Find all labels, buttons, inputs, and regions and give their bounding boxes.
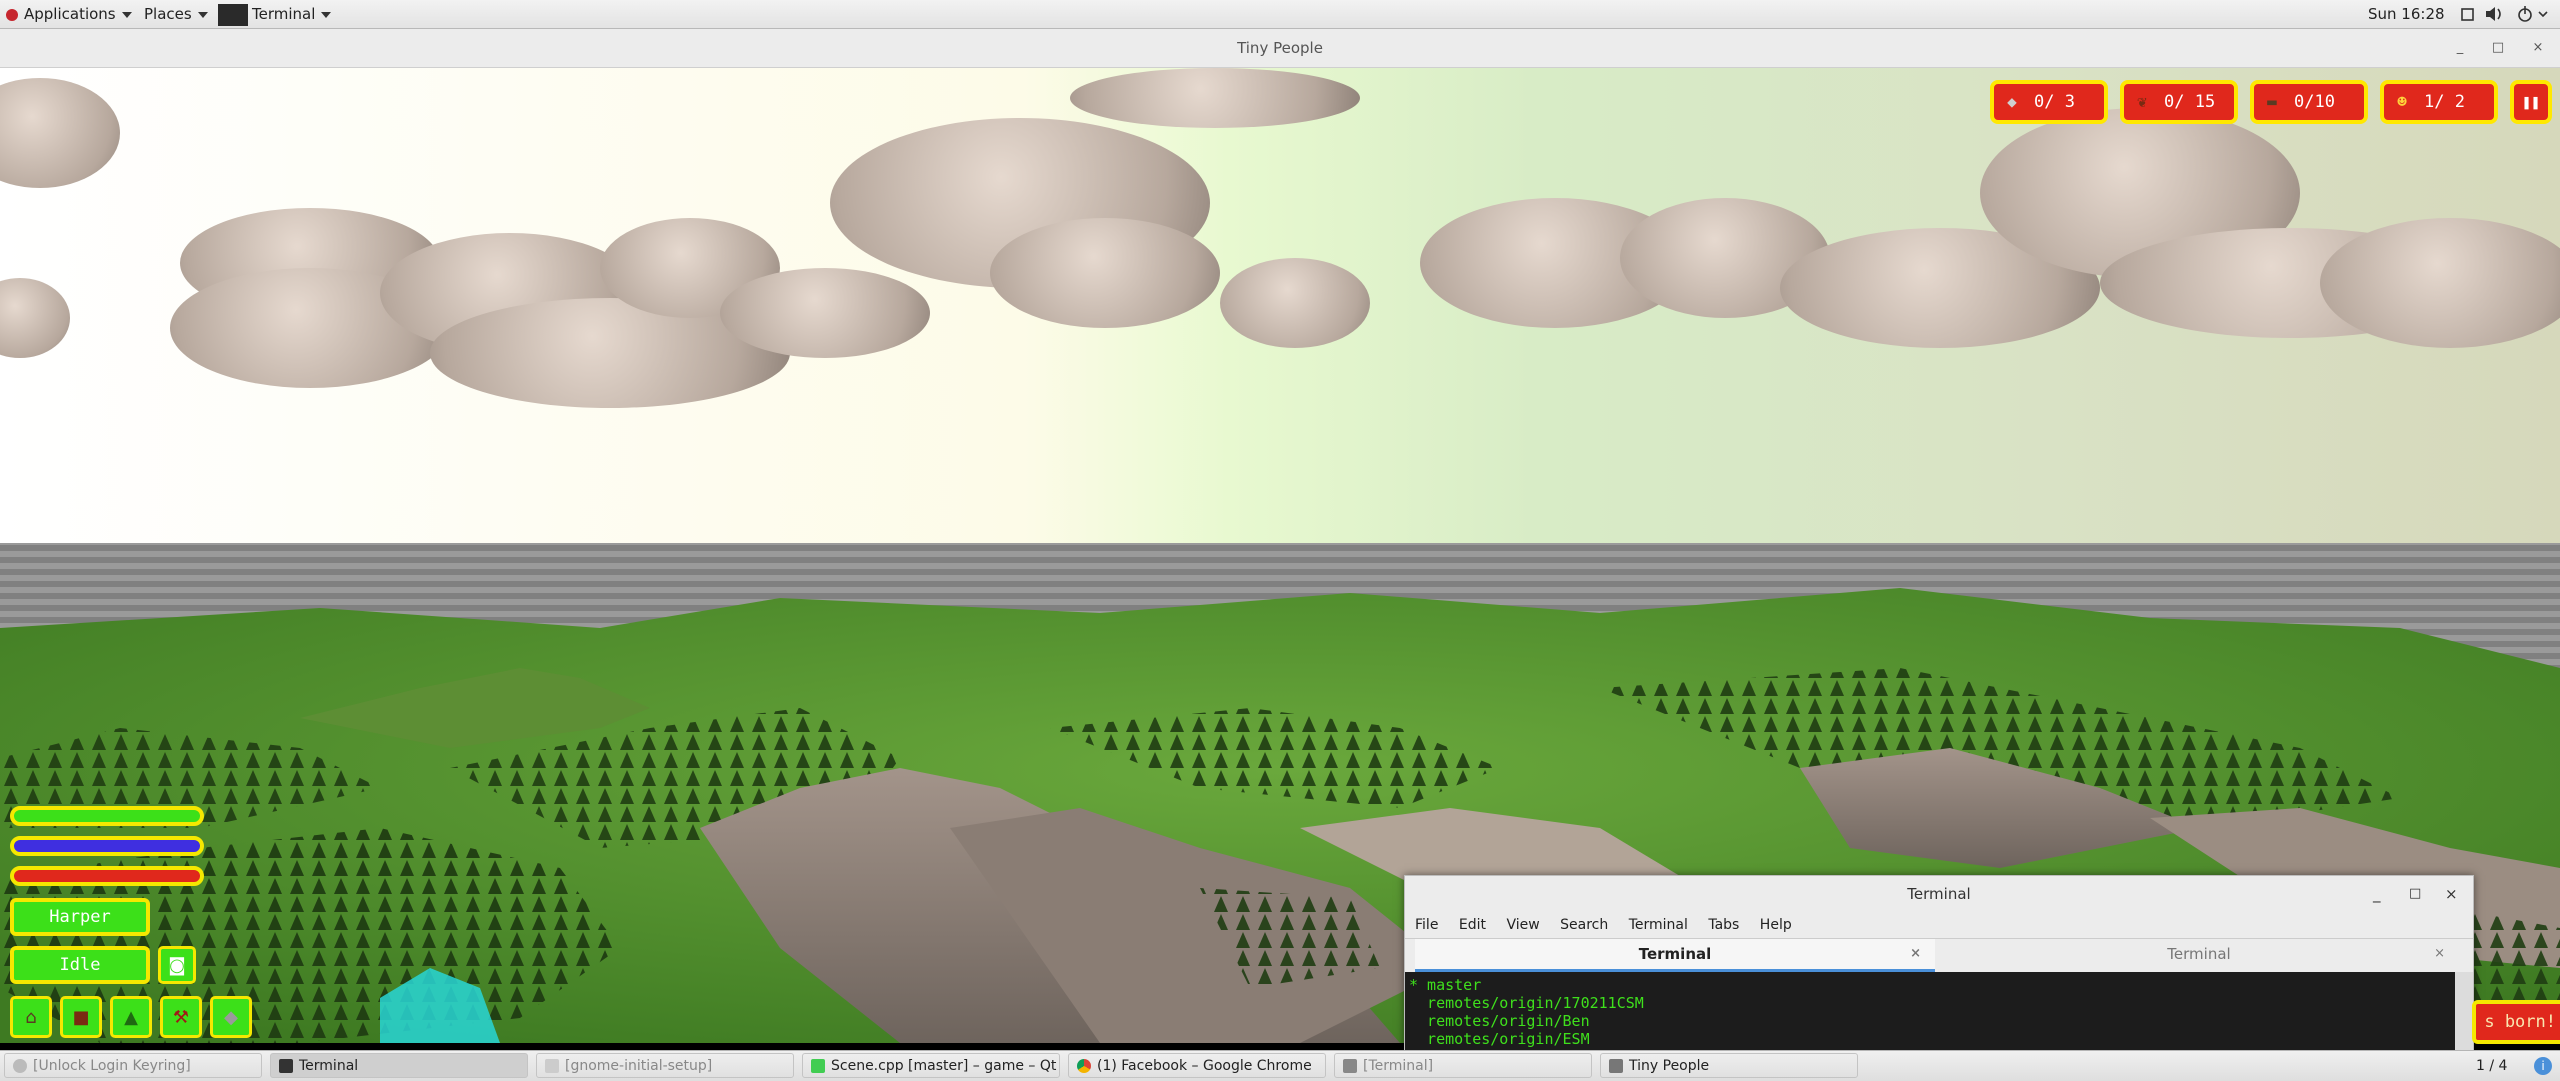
qt-creator-icon (811, 1059, 825, 1073)
tree-icon: ▲ (124, 1006, 138, 1028)
gather-wood-button[interactable]: ⚒ (160, 996, 202, 1038)
terminal-tabbar: Terminal × Terminal × (1405, 938, 2473, 972)
terminal-output[interactable]: * master remotes/origin/170211CSM remote… (1405, 972, 2455, 1051)
terminal-line: * master (1409, 976, 1482, 994)
menu-tabs[interactable]: Tabs (1708, 912, 1739, 938)
close-icon[interactable]: × (2434, 939, 2445, 969)
pause-button[interactable]: ❚❚ (2510, 80, 2552, 124)
notification-icon[interactable]: i (2534, 1057, 2552, 1075)
minimize-icon[interactable]: _ (2450, 29, 2470, 67)
close-icon[interactable]: × (2445, 876, 2458, 912)
gnome-foot-icon (6, 8, 18, 21)
terminal-line: remotes/origin/Ben (1409, 1012, 1590, 1030)
menu-help[interactable]: Help (1760, 912, 1792, 938)
task-terminal-minimized[interactable]: [Terminal] (1334, 1053, 1592, 1078)
active-app-menu[interactable]: Terminal (218, 0, 332, 28)
terminal-menubar: File Edit View Search Terminal Tabs Help (1405, 912, 2473, 938)
build-storage-button[interactable]: ■ (60, 996, 102, 1038)
resource-wood: ❦ 0/ 15 (2120, 80, 2238, 124)
task-tiny-people[interactable]: Tiny People (1600, 1053, 1858, 1078)
camera-button[interactable]: ◙ (158, 946, 196, 984)
minimize-icon[interactable]: _ (2373, 876, 2381, 912)
close-icon[interactable]: × (1910, 939, 1921, 969)
terminal-tab[interactable]: Terminal × (1939, 939, 2459, 969)
places-menu[interactable]: Places (144, 0, 208, 28)
terminal-titlebar[interactable]: Terminal _ □ × (1405, 876, 2473, 912)
character-name-button[interactable]: Harper (10, 898, 150, 936)
resource-people: ☻ 1/ 2 (2380, 80, 2498, 124)
character-state-button[interactable]: Idle (10, 946, 150, 984)
terminal-line: remotes/origin/170211CSM (1409, 994, 1644, 1012)
app-window-icon (1609, 1059, 1623, 1073)
setup-icon (545, 1059, 559, 1073)
chevron-down-icon (321, 11, 332, 18)
stone-icon: ◆ (2007, 92, 2017, 111)
resource-logs: ▬ 0/10 (2250, 80, 2368, 124)
task-unlock-keyring[interactable]: [Unlock Login Keyring] (4, 1053, 262, 1078)
wood-icon: ❦ (2137, 92, 2147, 111)
maximize-icon[interactable]: □ (2488, 29, 2508, 67)
chrome-icon (1077, 1059, 1091, 1073)
terminal-scrollbar[interactable] (2455, 972, 2473, 1051)
task-chrome-facebook[interactable]: (1) Facebook – Google Chrome (1068, 1053, 1326, 1078)
terminal-icon (1343, 1059, 1357, 1073)
health-bar (10, 806, 204, 826)
menu-view[interactable]: View (1506, 912, 1539, 938)
axe-icon: ⚒ (172, 1006, 190, 1028)
terminal-icon (279, 1059, 293, 1073)
task-gnome-initial-setup[interactable]: [gnome-initial-setup] (536, 1053, 794, 1078)
window-title: Tiny People (1237, 39, 1323, 57)
mine-stone-button[interactable]: ◆ (210, 996, 252, 1038)
system-status-icons (2461, 6, 2548, 22)
pause-icon: ❚❚ (2521, 93, 2541, 111)
hunger-bar (10, 866, 204, 886)
plant-tree-button[interactable]: ▲ (110, 996, 152, 1038)
house-icon: ⌂ (25, 1006, 37, 1028)
menu-edit[interactable]: Edit (1459, 912, 1486, 938)
logs-icon: ▬ (2267, 92, 2277, 111)
terminal-app-icon (218, 3, 248, 26)
menu-file[interactable]: File (1415, 912, 1438, 938)
person-icon: ☻ (2397, 92, 2407, 111)
energy-bar (10, 836, 204, 856)
menu-terminal[interactable]: Terminal (1629, 912, 1688, 938)
chevron-down-icon (121, 11, 132, 18)
terminal-line: remotes/origin/ESM (1409, 1030, 1590, 1048)
system-tray[interactable] (2456, 0, 2556, 28)
applications-menu[interactable]: Applications (6, 0, 132, 28)
crate-icon: ■ (72, 1006, 90, 1028)
terminal-window[interactable]: Terminal _ □ × File Edit View Search Ter… (1404, 875, 2474, 1052)
menu-search[interactable]: Search (1560, 912, 1608, 938)
keyring-icon (13, 1059, 27, 1073)
task-terminal[interactable]: Terminal (270, 1053, 528, 1078)
clock[interactable]: Sun 16:28 (2368, 0, 2445, 28)
camera-icon: ◙ (168, 954, 186, 976)
terminal-title: Terminal (1907, 885, 1971, 903)
taskbar: [Unlock Login Keyring] Terminal [gnome-i… (0, 1050, 2560, 1081)
build-house-button[interactable]: ⌂ (10, 996, 52, 1038)
chevron-down-icon (197, 11, 208, 18)
window-titlebar[interactable]: Tiny People _ □ × (0, 29, 2560, 68)
stone-icon: ◆ (224, 1006, 238, 1028)
terminal-tab[interactable]: Terminal × (1415, 939, 1935, 972)
close-icon[interactable]: × (2528, 29, 2548, 67)
maximize-icon[interactable]: □ (2409, 876, 2421, 912)
workspace-indicator[interactable]: 1 / 4 (2476, 1051, 2507, 1081)
resource-stone: ◆ 0/ 3 (1990, 80, 2108, 124)
top-bar: Applications Places Terminal Sun 16:28 (0, 0, 2560, 29)
birth-notification: s born! (2472, 1000, 2560, 1044)
task-qt-creator[interactable]: Scene.cpp [master] – game – Qt C… (802, 1053, 1060, 1078)
